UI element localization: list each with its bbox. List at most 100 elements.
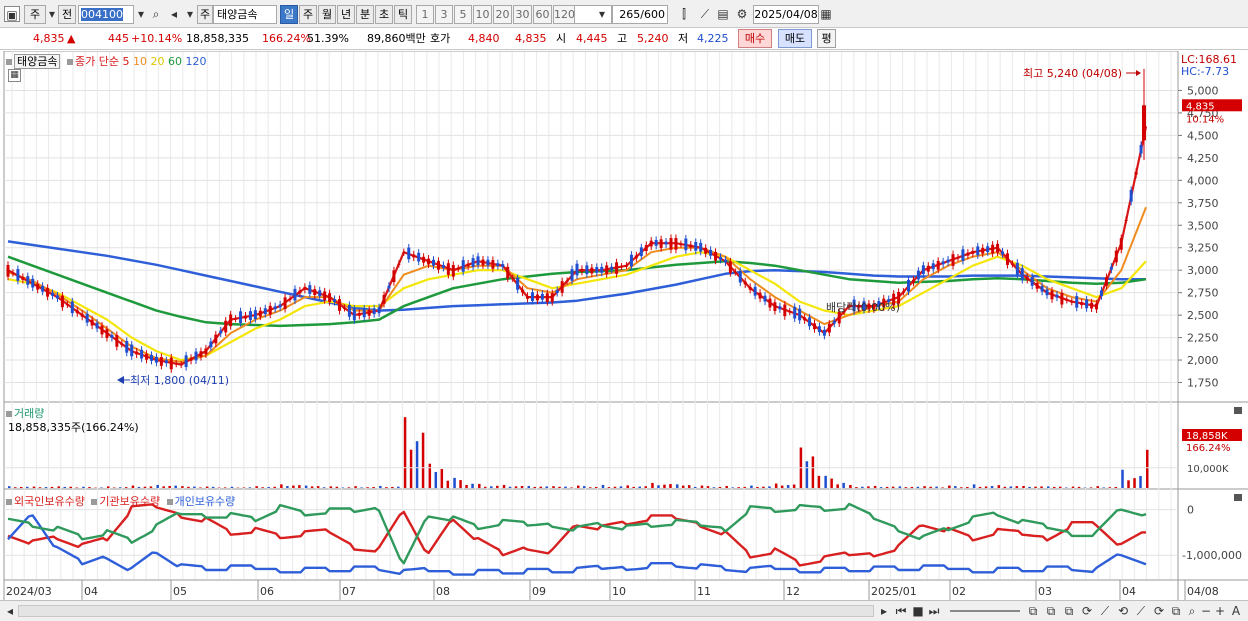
candle-body <box>714 251 718 261</box>
tool-icon-1[interactable]: ⟳ <box>1079 603 1095 619</box>
interval-button-10[interactable]: 10 <box>473 5 492 24</box>
interval-button-1[interactable]: 1 <box>416 5 434 24</box>
scroll-track[interactable] <box>18 605 874 617</box>
prev-button[interactable]: 전 <box>58 5 76 24</box>
tab-period-1[interactable]: 주 <box>299 5 317 24</box>
volume-bar <box>242 487 246 488</box>
tool-icon-4[interactable]: ⟋ <box>1133 603 1149 619</box>
tab-period-0[interactable]: 일 <box>280 5 298 24</box>
layout-icon-1[interactable]: ⧉ <box>1025 603 1041 619</box>
zoom-in-icon[interactable]: + <box>1212 603 1228 619</box>
low-label: 저 <box>678 32 689 45</box>
candle-body <box>793 306 797 319</box>
code-dropdown-icon[interactable]: ▾ <box>133 6 149 22</box>
last-page-icon[interactable]: ⏭ <box>926 603 942 619</box>
volume-bar <box>409 449 413 488</box>
chart-canvas[interactable]: 1,750 2,000 2,250 2,500 2,750 3,000 3,250 3,500… <box>0 50 1248 600</box>
interval-dropdown-icon[interactable]: ▾ <box>594 6 610 22</box>
x-tick-label: 11 <box>697 585 711 598</box>
buy-button[interactable]: 매수 <box>738 29 772 48</box>
scroll-left-icon[interactable]: ◂ <box>2 603 18 619</box>
tool-icon-2[interactable]: ⟋ <box>1097 603 1113 619</box>
volume-bar <box>867 486 870 488</box>
avg-button[interactable]: 평 <box>817 29 836 48</box>
candle-body <box>36 283 40 290</box>
volume-bar <box>124 487 128 488</box>
speaker-dropdown-icon[interactable]: ▾ <box>182 6 198 22</box>
tool-icon-5[interactable]: ⟳ <box>1151 603 1167 619</box>
candle-body <box>333 299 337 303</box>
tab-period-2[interactable]: 월 <box>318 5 336 24</box>
layout-icon-2[interactable]: ⧉ <box>1043 603 1059 619</box>
candle-body <box>1134 171 1138 175</box>
candle-body <box>1109 266 1113 270</box>
stop-icon[interactable]: ■ <box>910 603 926 619</box>
stock-code-input[interactable]: 004100 <box>78 5 134 24</box>
holdings-legend: 외국인보유수량 기관보유수량 개인보유수량 <box>6 493 235 509</box>
volume-bar <box>564 486 567 488</box>
save-icon[interactable]: ▤ <box>715 6 731 22</box>
candle-body <box>501 264 505 267</box>
sell-button[interactable]: 매도 <box>778 29 812 48</box>
gear-icon[interactable]: ⚙ <box>734 6 750 22</box>
volume-bar <box>82 486 85 488</box>
volume-bar <box>20 487 23 488</box>
volume-bar <box>873 485 877 488</box>
date-input[interactable]: 2025/04/08 <box>753 5 819 24</box>
scroll-right-icon[interactable]: ▸ <box>876 603 892 619</box>
tool-icon-6[interactable]: ⧉ <box>1168 603 1184 619</box>
candle-body <box>674 238 678 250</box>
volume-bar <box>335 486 339 488</box>
volume-bar <box>298 485 301 488</box>
legend-marker <box>6 59 12 65</box>
volume-bar <box>267 487 270 488</box>
volume-bar <box>910 486 914 488</box>
tab-period-3[interactable]: 년 <box>337 5 355 24</box>
candle-body <box>921 265 925 275</box>
tab-period-5[interactable]: 초 <box>375 5 393 24</box>
search-icon[interactable]: ⌕ <box>148 6 164 22</box>
first-page-icon[interactable]: ⏮ <box>893 603 909 619</box>
speaker-icon[interactable]: ◂ <box>166 6 182 22</box>
interval-button-3[interactable]: 3 <box>435 5 453 24</box>
volume-bar <box>1089 487 1093 488</box>
candle-body <box>521 289 525 293</box>
layout-icon-3[interactable]: ⧉ <box>1061 603 1077 619</box>
interval-button-60[interactable]: 60 <box>533 5 552 24</box>
count-input[interactable]: 265/600 <box>612 5 668 24</box>
chart-scrollbar[interactable]: ◂ ▸ ⏮ ■ ⏭ ⧉ ⧉ ⧉ ⟳ ⟋ ⟲ ⟋ ⟳ ⧉ ⌕ − + A <box>0 600 1248 621</box>
volume-bar <box>38 487 42 488</box>
tab-period-6[interactable]: 틱 <box>394 5 412 24</box>
volume-bar <box>756 486 759 488</box>
volume-bar <box>211 486 215 488</box>
candle-body <box>1001 251 1005 255</box>
volume-bar <box>391 486 394 488</box>
candle-body <box>931 263 935 270</box>
stock-name-field[interactable]: 태양금속 <box>213 5 277 24</box>
volume-close-icon <box>1234 407 1242 414</box>
market-select[interactable]: 주 <box>24 5 46 24</box>
x-tick-label: 03 <box>1038 585 1052 598</box>
interval-button-5[interactable]: 5 <box>454 5 472 24</box>
window-icon[interactable]: ▣ <box>4 6 20 22</box>
zoom-slider[interactable] <box>950 610 1020 612</box>
tab-period-4[interactable]: 분 <box>356 5 374 24</box>
candle-body <box>1095 303 1099 310</box>
candle-body <box>976 246 980 256</box>
drawing-tool-icon[interactable]: ⟋ <box>697 6 713 22</box>
x-tick-label: 02 <box>952 585 966 598</box>
calculator-icon[interactable]: ▦ <box>8 69 21 82</box>
font-size-icon[interactable]: A <box>1228 603 1244 619</box>
tool-icon-3[interactable]: ⟲ <box>1115 603 1131 619</box>
interval-button-20[interactable]: 20 <box>493 5 512 24</box>
interval-button-120[interactable]: 120 <box>553 5 575 24</box>
bid1: 4,840 <box>468 32 500 45</box>
candle-type-icon[interactable]: ⫿ <box>676 6 692 22</box>
volume-bar <box>360 487 363 488</box>
volume-bar <box>693 486 697 488</box>
candle-body <box>31 278 35 288</box>
candle-body <box>585 265 589 275</box>
calendar-icon[interactable]: ▦ <box>818 6 834 22</box>
candle-body <box>1065 299 1069 301</box>
interval-button-30[interactable]: 30 <box>513 5 532 24</box>
